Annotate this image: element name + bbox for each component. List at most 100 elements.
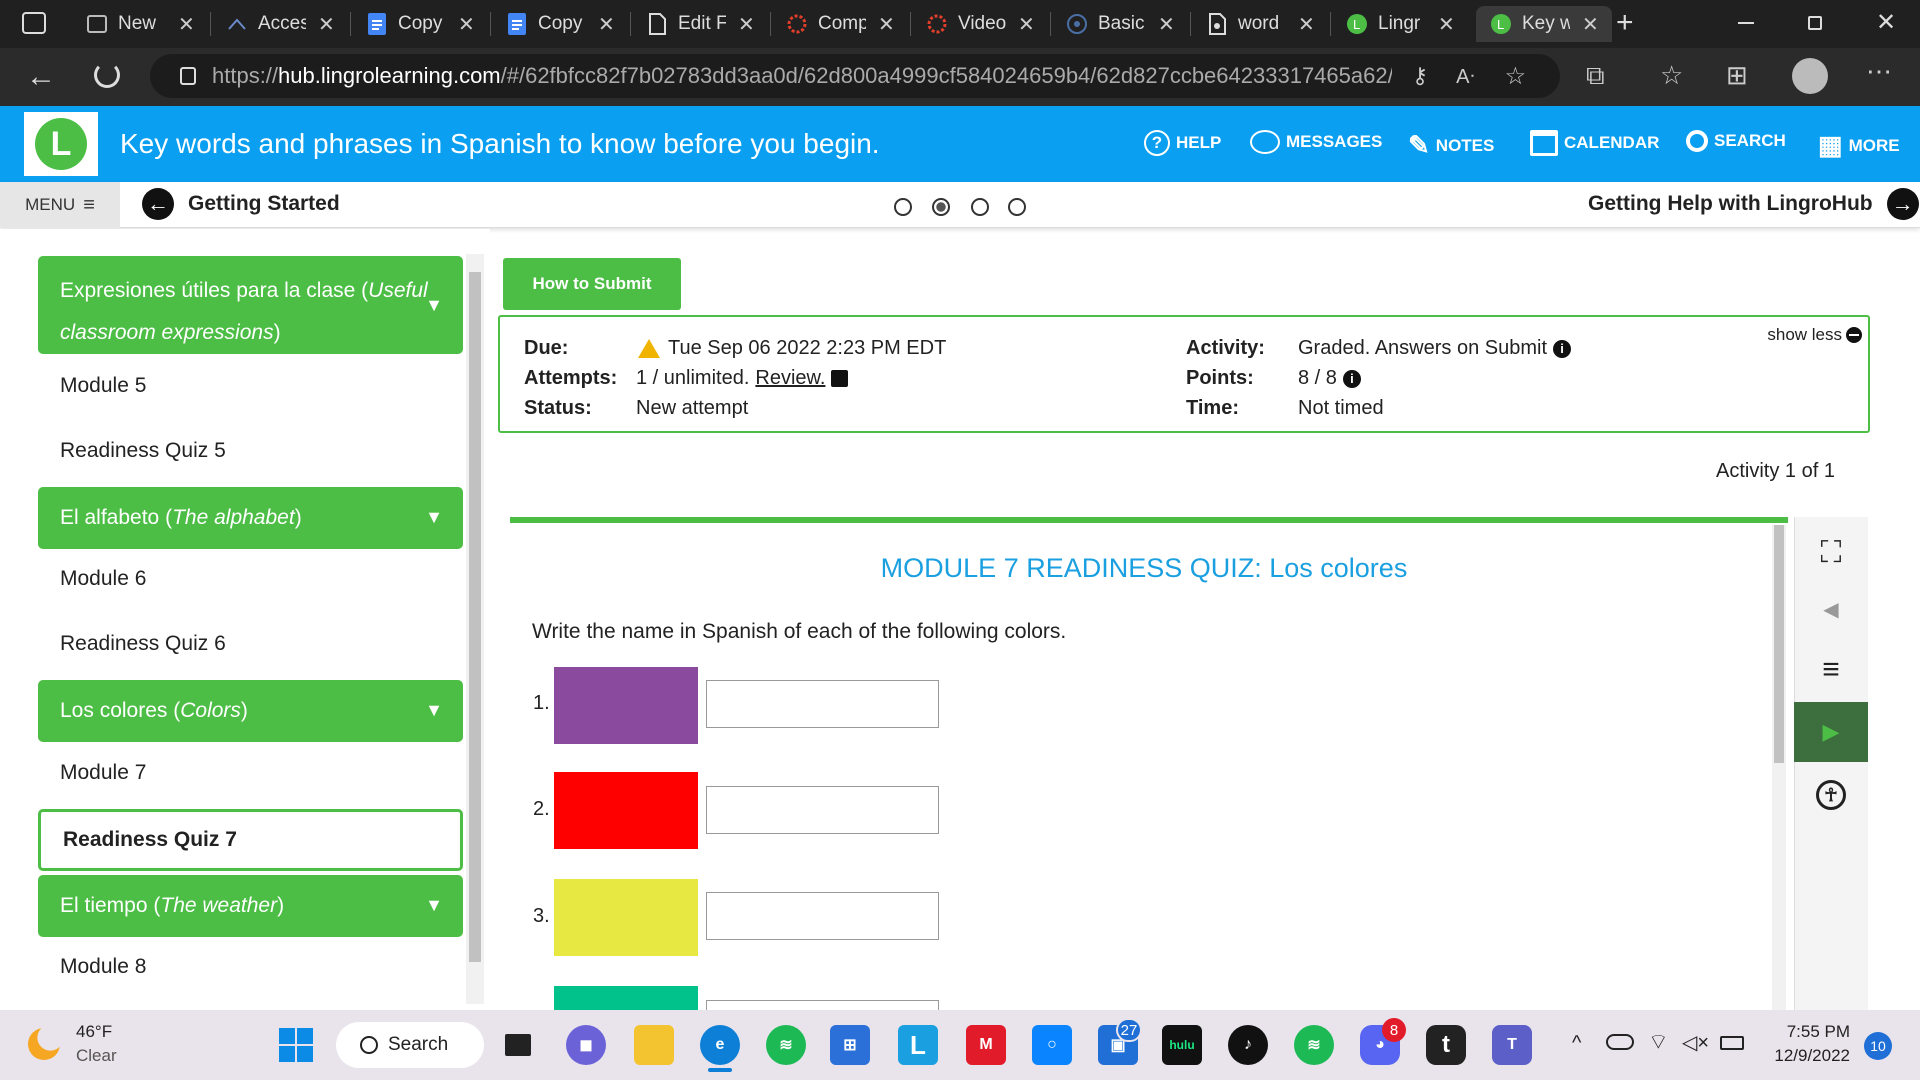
answer-input-4[interactable] [706,1000,939,1010]
mcafee-icon[interactable]: M [966,1025,1006,1065]
lingro-app-icon[interactable]: L [898,1025,938,1065]
profile-avatar[interactable] [1792,58,1828,94]
previous-triangle-icon[interactable]: ◀ [1794,584,1868,634]
edge-browser-icon[interactable]: e [700,1025,740,1065]
spotify-icon[interactable]: ≋ [766,1025,806,1065]
browser-tab-2[interactable]: Acces ✕ [212,6,335,42]
close-icon[interactable]: ✕ [318,12,335,37]
windows-start-icon[interactable] [276,1025,316,1065]
browser-tab-11-active[interactable]: L Key w ✕ [1476,6,1612,42]
nav-messages[interactable]: MESSAGES [1250,130,1382,154]
favorites-icon[interactable]: ☆ [1660,60,1683,91]
sidebar-item-readiness-quiz-5[interactable]: Readiness Quiz 5 [60,439,226,463]
close-icon[interactable]: ✕ [1582,12,1599,37]
key-icon[interactable]: ⚷ [1412,63,1428,89]
battery-icon[interactable] [1720,1036,1744,1050]
answer-input-1[interactable] [706,680,939,728]
window-close-icon[interactable]: ✕ [1876,8,1896,37]
page-dot-2-active[interactable] [932,198,950,216]
onedrive-cloud-icon[interactable] [1606,1034,1634,1050]
browser-tab-4[interactable]: Copy ✕ [492,6,615,42]
answer-input-2[interactable] [706,786,939,834]
teams-icon[interactable]: T [1492,1025,1532,1065]
sidebar-group-classroom-expressions[interactable]: Expresiones útiles para la clase (Useful… [38,256,463,354]
new-tab-button[interactable]: + [1616,6,1634,40]
next-page-link[interactable]: Getting Help with LingroHub → [1588,188,1919,220]
zoom-app-icon[interactable]: ○ [1032,1025,1072,1065]
notification-center-badge[interactable]: 10 [1864,1032,1892,1060]
browser-tab-10[interactable]: L Lingr ✕ [1332,6,1455,42]
favorite-add-icon[interactable]: ☆ [1505,62,1527,91]
sidebar-item-readiness-quiz-6[interactable]: Readiness Quiz 6 [60,632,226,656]
answer-input-3[interactable] [706,892,939,940]
minimize-icon[interactable] [1738,22,1754,24]
read-aloud-icon[interactable]: Aᐧ [1456,64,1474,89]
quiz-scrollbar[interactable] [1772,525,1786,1010]
volume-muted-icon[interactable]: ◁× [1682,1030,1709,1055]
nav-more[interactable]: ▦ MORE [1818,130,1900,161]
clock-date[interactable]: 12/9/2022 [1762,1046,1850,1066]
tab-actions-icon[interactable] [22,12,46,34]
spotify-icon[interactable]: ≋ [1294,1025,1334,1065]
close-icon[interactable]: ✕ [1438,12,1455,37]
browser-tab-1[interactable]: New ✕ [72,6,195,42]
info-icon[interactable]: i [1342,369,1361,388]
sidebar-group-colors[interactable]: Los colores (Colors) ▼ [38,680,463,742]
page-dot-1[interactable] [894,198,912,216]
weather-temp[interactable]: 46°F [76,1022,112,1042]
close-icon[interactable]: ✕ [458,12,475,37]
browser-tab-5[interactable]: Edit F ✕ [632,6,755,42]
close-icon[interactable]: ✕ [598,12,615,37]
task-view-icon[interactable] [498,1025,538,1065]
accessibility-icon[interactable]: ☥ [1794,770,1868,820]
info-icon[interactable]: i [1553,339,1572,358]
close-icon[interactable]: ✕ [1018,12,1035,37]
nav-notes[interactable]: ✎ NOTES [1408,130,1494,161]
sidebar-group-alphabet[interactable]: El alfabeto (The alphabet) ▼ [38,487,463,549]
back-arrow-icon[interactable]: ← [26,60,56,94]
page-dot-4[interactable] [1008,198,1026,216]
close-icon[interactable]: ✕ [1158,12,1175,37]
collections-icon[interactable]: ⊞ [1726,60,1748,91]
tumblr-icon[interactable]: t [1426,1025,1466,1065]
sidebar-scrollbar[interactable] [466,254,484,1004]
wifi-icon[interactable]: ⌔ [1648,1028,1669,1056]
list-menu-icon[interactable]: ≡ [1794,645,1868,695]
review-link[interactable]: Review. [755,367,825,390]
menu-button[interactable]: MENU ≡ [0,182,120,228]
refresh-icon[interactable] [94,62,120,88]
teams-chat-icon[interactable]: ◼ [566,1025,606,1065]
browser-tab-7[interactable]: Video ✕ [912,6,1035,42]
restore-icon[interactable] [1808,16,1822,30]
show-less-toggle[interactable]: show less [1767,325,1862,345]
more-options-icon[interactable]: ⋯ [1866,56,1892,87]
nav-calendar[interactable]: CALENDAR [1530,130,1659,156]
close-icon[interactable]: ✕ [738,12,755,37]
sidebar-item-module-6[interactable]: Module 6 [60,567,146,591]
fullscreen-icon[interactable]: ⛶ [1794,528,1868,578]
browser-tab-9[interactable]: word ✕ [1192,6,1315,42]
close-icon[interactable]: ✕ [878,12,895,37]
extensions-icon[interactable]: ⧉ [1586,60,1605,92]
tiktok-icon[interactable]: ♪ [1228,1025,1268,1065]
taskbar-search-box[interactable]: Search [336,1022,484,1068]
how-to-submit-button[interactable]: How to Submit [503,258,681,310]
lingro-logo[interactable]: L [24,112,98,176]
close-icon[interactable]: ✕ [178,12,195,37]
page-dot-3[interactable] [971,198,989,216]
hulu-icon[interactable]: hulu [1162,1025,1202,1065]
sidebar-item-module-5[interactable]: Module 5 [60,374,146,398]
sidebar-item-module-7[interactable]: Module 7 [60,761,146,785]
nav-search[interactable]: SEARCH [1686,130,1786,152]
chevron-up-icon[interactable]: ^ [1572,1032,1581,1055]
sidebar-item-module-8[interactable]: Module 8 [60,955,146,979]
file-explorer-icon[interactable] [634,1025,674,1065]
close-icon[interactable]: ✕ [1298,12,1315,37]
browser-tab-6[interactable]: Comp ✕ [772,6,895,42]
browser-tab-8[interactable]: Basic ✕ [1052,6,1175,42]
weather-desc[interactable]: Clear [76,1046,117,1066]
prev-page-link[interactable]: ← Getting Started [142,188,340,220]
sidebar-group-weather[interactable]: El tiempo (The weather) ▼ [38,875,463,937]
microsoft-store-icon[interactable]: ⊞ [830,1025,870,1065]
sidebar-item-readiness-quiz-7-active[interactable]: Readiness Quiz 7 [38,809,463,871]
